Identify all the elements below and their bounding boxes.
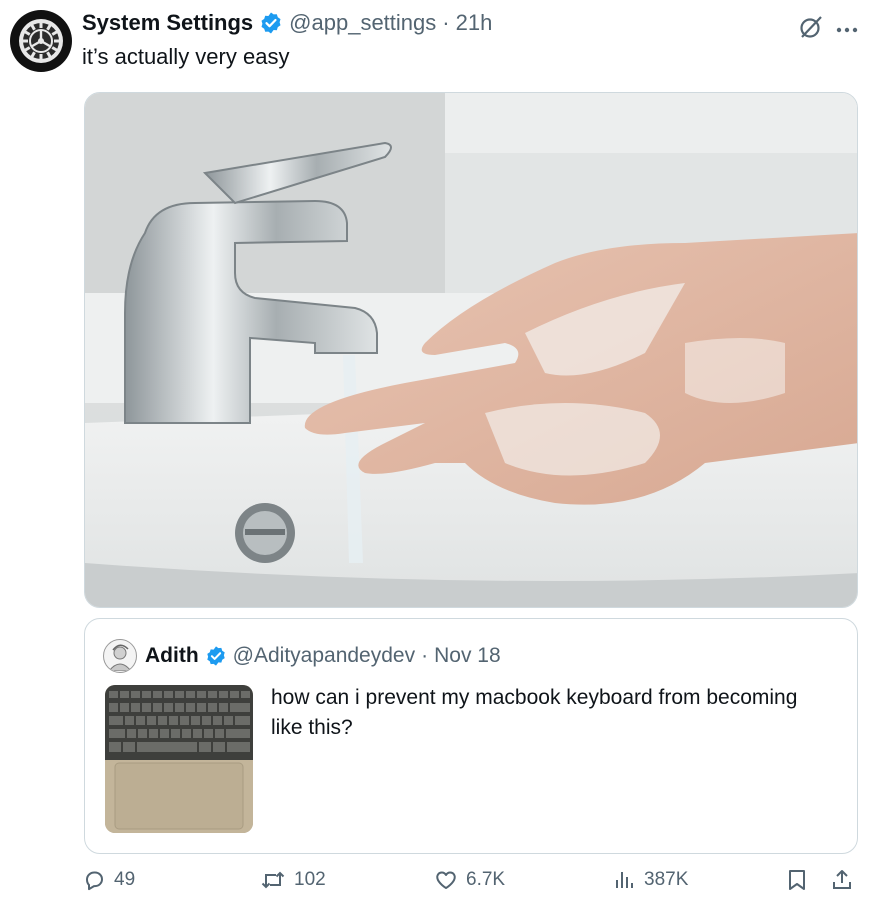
- quoted-image-keyboard[interactable]: [105, 685, 253, 833]
- header-actions: [798, 14, 858, 45]
- heart-icon: [434, 868, 458, 892]
- like-count: 6.7K: [466, 869, 506, 890]
- reply-count: 49: [114, 869, 136, 890]
- repost-button[interactable]: 102: [260, 868, 326, 892]
- quoted-author-handle[interactable]: @Adityapandeydev: [233, 644, 415, 668]
- post-text: it’s actually very easy: [82, 44, 290, 69]
- reply-icon: [82, 868, 106, 892]
- post-image[interactable]: [84, 92, 858, 608]
- bookmark-button[interactable]: [786, 868, 808, 892]
- separator: ·: [421, 644, 429, 667]
- reply-button[interactable]: 49: [82, 868, 135, 892]
- quoted-author-avatar[interactable]: [103, 639, 137, 673]
- grok-icon[interactable]: [798, 14, 824, 45]
- post-header: System Settings @app_settings · 21h: [82, 10, 492, 36]
- verified-badge-icon: [205, 645, 227, 667]
- quoted-post[interactable]: Adith @Adityapandeydev · Nov 18 how can …: [84, 618, 858, 854]
- author-name[interactable]: System Settings: [82, 10, 253, 36]
- bookmark-icon: [786, 868, 808, 892]
- quoted-text: how can i prevent my macbook keyboard fr…: [271, 686, 798, 739]
- author-avatar[interactable]: [10, 10, 72, 72]
- gear-icon: [19, 19, 63, 63]
- verified-badge-icon: [259, 11, 283, 35]
- separator: ·: [442, 10, 450, 35]
- more-icon[interactable]: [836, 21, 858, 39]
- author-handle[interactable]: @app_settings: [289, 10, 436, 36]
- views-button[interactable]: 387K: [612, 868, 688, 892]
- action-bar: 49 102 6.7K 387K: [82, 868, 858, 904]
- repost-icon: [260, 868, 286, 892]
- repost-count: 102: [294, 869, 326, 890]
- like-button[interactable]: 6.7K: [434, 868, 505, 892]
- quoted-author-name[interactable]: Adith: [145, 644, 199, 668]
- views-count: 387K: [644, 869, 689, 890]
- share-button[interactable]: [830, 868, 854, 892]
- post-time[interactable]: 21h: [456, 10, 493, 36]
- quoted-date[interactable]: Nov 18: [434, 644, 501, 668]
- quoted-header: Adith @Adityapandeydev · Nov 18: [103, 639, 501, 673]
- share-icon: [830, 868, 854, 892]
- views-icon: [612, 868, 636, 892]
